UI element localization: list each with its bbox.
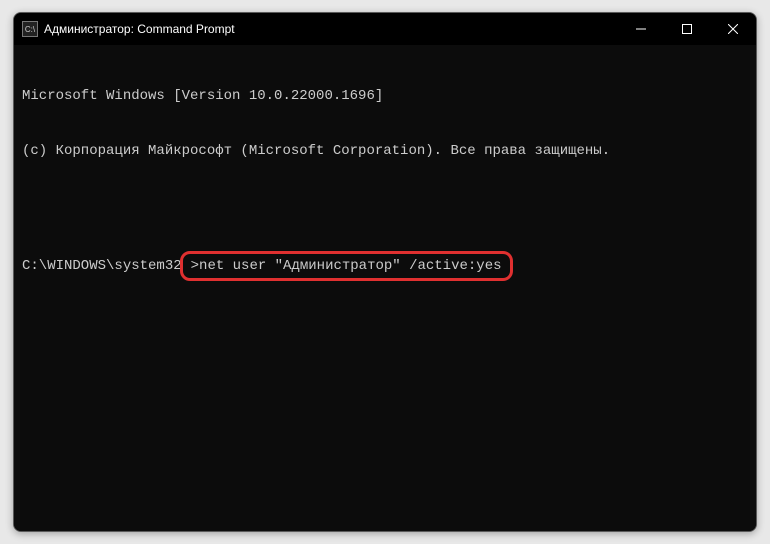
minimize-icon [636, 24, 646, 34]
command-highlight: >net user "Администратор" /active:yes [180, 251, 513, 281]
copyright-line: (c) Корпорация Майкрософт (Microsoft Cor… [22, 142, 748, 160]
command-prompt-window: C:\ Администратор: Command Prompt Micros… [13, 12, 757, 532]
version-line: Microsoft Windows [Version 10.0.22000.16… [22, 87, 748, 105]
prompt-path: C:\WINDOWS\system32 [22, 257, 182, 275]
prompt-char: > [191, 258, 199, 274]
close-icon [728, 24, 738, 34]
prompt-line: C:\WINDOWS\system32 >net user "Администр… [22, 251, 748, 281]
terminal-output[interactable]: Microsoft Windows [Version 10.0.22000.16… [14, 45, 756, 531]
minimize-button[interactable] [618, 13, 664, 45]
close-button[interactable] [710, 13, 756, 45]
maximize-button[interactable] [664, 13, 710, 45]
maximize-icon [682, 24, 692, 34]
typed-command: net user "Администратор" /active:yes [199, 258, 501, 274]
window-controls [618, 13, 756, 45]
titlebar[interactable]: C:\ Администратор: Command Prompt [14, 13, 756, 45]
cmd-icon: C:\ [22, 21, 38, 37]
window-title: Администратор: Command Prompt [44, 22, 235, 36]
blank-line [22, 197, 748, 215]
